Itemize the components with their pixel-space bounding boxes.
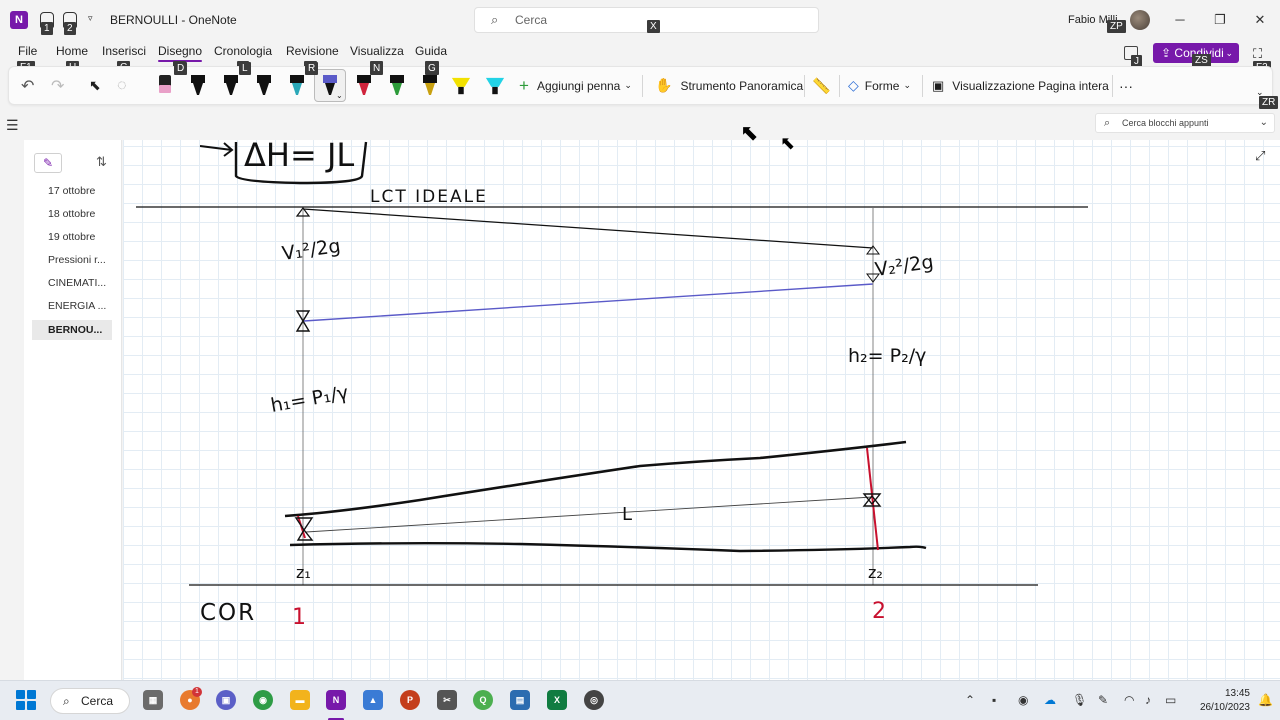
tray-app-icon[interactable]: ▪ xyxy=(992,693,996,707)
onenote-taskbar-icon[interactable]: N xyxy=(326,690,346,710)
pipe-axis xyxy=(305,496,873,533)
microphone-icon[interactable]: 🎙 xyxy=(1072,693,1087,707)
taskbar-search[interactable]: ⌕ Cerca xyxy=(50,688,130,714)
z2-label: z₂ xyxy=(868,563,883,582)
obs-icon[interactable]: ◎ xyxy=(584,690,604,710)
section2-label: 2 xyxy=(872,599,886,624)
pipe-lower-wall xyxy=(289,542,927,553)
tray-overflow-icon[interactable]: ⌃ xyxy=(965,693,975,707)
start-button[interactable] xyxy=(16,690,36,710)
wifi-icon[interactable]: ◠ xyxy=(1124,693,1134,707)
volume-icon[interactable]: ♪ xyxy=(1145,693,1151,707)
length-label: L xyxy=(622,504,632,525)
datum-label: COR xyxy=(200,600,256,626)
file-explorer-icon[interactable]: ▬ xyxy=(290,690,310,710)
qgis-icon[interactable]: Q xyxy=(473,690,493,710)
excel-icon[interactable]: X xyxy=(547,690,567,710)
task-view-icon[interactable]: ▦ xyxy=(143,690,163,710)
v1-head-text: V₁²/2g xyxy=(281,235,342,265)
cursor-icon: ⬉ xyxy=(740,120,759,145)
tray-chrome-icon[interactable]: ◉ xyxy=(1018,693,1028,707)
pipe-upper-wall xyxy=(284,440,907,518)
taskbar-search-label: Cerca xyxy=(81,694,114,708)
snipping-tool-icon[interactable]: ✂ xyxy=(437,690,457,710)
h2-pressure-text: h₂= P₂/γ xyxy=(848,345,926,367)
calculator-icon[interactable]: ▤ xyxy=(510,690,530,710)
clock-date: 26/10/2023 xyxy=(1199,702,1250,713)
notifications-icon[interactable]: 🔔 xyxy=(1258,693,1273,707)
clock-time: 13:45 xyxy=(1224,688,1250,699)
pen-menu-icon[interactable]: ✎ xyxy=(1098,693,1108,707)
clock[interactable]: 13:45 26/10/2023 xyxy=(1188,687,1250,715)
cursor-icon: ⬉ xyxy=(780,133,796,153)
photos-icon[interactable]: ▲ xyxy=(363,690,383,710)
onedrive-icon[interactable]: ☁ xyxy=(1044,693,1056,707)
z1-label: z₁ xyxy=(296,563,311,582)
piezometric-line xyxy=(303,283,874,322)
teams-chat-icon[interactable]: ▣ xyxy=(216,690,236,710)
energy-line xyxy=(302,208,874,249)
section1-label: 1 xyxy=(292,605,306,630)
formula-arrow-stroke xyxy=(199,142,234,157)
notification-badge: 1 xyxy=(192,687,202,697)
h1-pressure-text: h₁= P₁/γ xyxy=(269,382,350,417)
v2-head-text: V₂²/2g xyxy=(874,251,935,281)
formula-text: ΔH= JL xyxy=(244,136,354,174)
lct-label: LCT IDEALE xyxy=(370,187,488,207)
chrome-icon[interactable]: ◉ xyxy=(253,690,273,710)
search-icon: ⌕ xyxy=(63,694,70,708)
taskbar: ⌕ Cerca ▦ ● 1 ▣ ◉ ▬ N ▲ P ✂ Q ▤ X ◎ ⌃ ▪ … xyxy=(0,680,1280,720)
powerpoint-icon[interactable]: P xyxy=(400,690,420,710)
battery-icon[interactable]: ▭ xyxy=(1165,693,1176,707)
ink-drawing: ΔH= JL LCT IDEALE V₁²/2g V₂²/2g h₁= P₁/γ… xyxy=(136,136,1088,630)
